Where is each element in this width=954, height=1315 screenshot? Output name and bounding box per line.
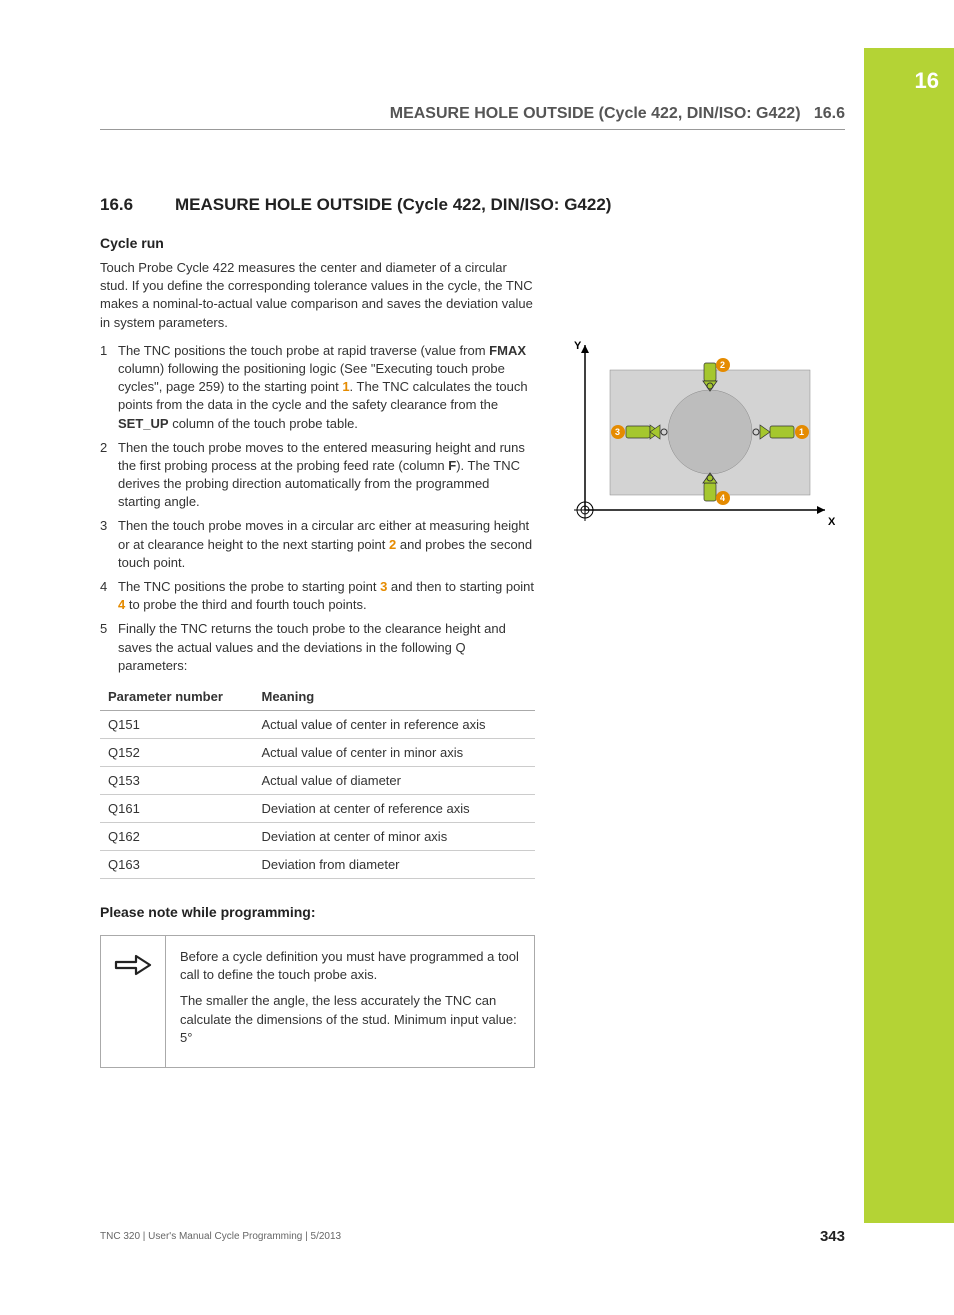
note-heading: Please note while programming: bbox=[100, 904, 535, 920]
table-cell: Q161 bbox=[100, 794, 254, 822]
list-item: 3 Then the touch probe moves in a circul… bbox=[100, 517, 535, 572]
left-column: Cycle run Touch Probe Cycle 422 measures… bbox=[100, 235, 535, 1068]
note-para: Before a cycle definition you must have … bbox=[180, 948, 520, 984]
table-cell: Q163 bbox=[100, 850, 254, 878]
x-axis-label: X bbox=[828, 516, 835, 528]
table-header: Parameter number bbox=[100, 683, 254, 711]
list-item: 5 Finally the TNC returns the touch prob… bbox=[100, 620, 535, 675]
footer-text: TNC 320 | User's Manual Cycle Programmin… bbox=[100, 1231, 341, 1242]
content-area: 16.6 MEASURE HOLE OUTSIDE (Cycle 422, DI… bbox=[100, 195, 845, 1068]
list-item: 1 The TNC positions the touch probe at r… bbox=[100, 342, 535, 433]
section-number: 16.6 bbox=[100, 195, 175, 215]
list-item: 2 Then the touch probe moves to the ente… bbox=[100, 439, 535, 512]
table-cell: Actual value of center in minor axis bbox=[254, 738, 536, 766]
cyclerun-heading: Cycle run bbox=[100, 235, 535, 251]
page-footer: TNC 320 | User's Manual Cycle Programmin… bbox=[100, 1228, 845, 1245]
probing-diagram: X Y bbox=[565, 335, 835, 535]
note-para: The smaller the angle, the less accurate… bbox=[180, 992, 520, 1047]
note-arrow-icon bbox=[101, 936, 166, 1067]
table-cell: Q153 bbox=[100, 766, 254, 794]
note-box: Before a cycle definition you must have … bbox=[100, 935, 535, 1068]
intro-paragraph: Touch Probe Cycle 422 measures the cente… bbox=[100, 259, 535, 332]
page-number: 343 bbox=[820, 1228, 845, 1245]
table-row: Q163Deviation from diameter bbox=[100, 850, 535, 878]
svg-text:4: 4 bbox=[720, 493, 725, 503]
table-cell: Q162 bbox=[100, 822, 254, 850]
header-title: MEASURE HOLE OUTSIDE (Cycle 422, DIN/ISO… bbox=[390, 105, 801, 122]
table-cell: Q152 bbox=[100, 738, 254, 766]
table-cell: Actual value of diameter bbox=[254, 766, 536, 794]
table-cell: Actual value of center in reference axis bbox=[254, 710, 536, 738]
note-text: Before a cycle definition you must have … bbox=[166, 936, 534, 1067]
chapter-tab: 16 bbox=[864, 48, 954, 1223]
page: 16 MEASURE HOLE OUTSIDE (Cycle 422, DIN/… bbox=[0, 0, 954, 1315]
list-item: 4 The TNC positions the probe to startin… bbox=[100, 578, 535, 614]
running-header: MEASURE HOLE OUTSIDE (Cycle 422, DIN/ISO… bbox=[100, 105, 845, 130]
table-header-row: Parameter number Meaning bbox=[100, 683, 535, 711]
y-axis-label: Y bbox=[574, 340, 582, 352]
table-header: Meaning bbox=[254, 683, 536, 711]
table-row: Q152Actual value of center in minor axis bbox=[100, 738, 535, 766]
step-list: 1 The TNC positions the touch probe at r… bbox=[100, 342, 535, 675]
table-cell: Deviation from diameter bbox=[254, 850, 536, 878]
svg-text:2: 2 bbox=[720, 360, 725, 370]
section-heading: 16.6 MEASURE HOLE OUTSIDE (Cycle 422, DI… bbox=[100, 195, 845, 215]
table-row: Q153Actual value of diameter bbox=[100, 766, 535, 794]
table-cell: Q151 bbox=[100, 710, 254, 738]
table-cell: Deviation at center of reference axis bbox=[254, 794, 536, 822]
section-title: MEASURE HOLE OUTSIDE (Cycle 422, DIN/ISO… bbox=[175, 195, 611, 215]
header-section: 16.6 bbox=[814, 105, 845, 122]
probe-1: 1 bbox=[753, 425, 809, 439]
chapter-number: 16 bbox=[864, 48, 954, 94]
parameter-table: Parameter number Meaning Q151Actual valu… bbox=[100, 683, 535, 879]
table-row: Q162Deviation at center of minor axis bbox=[100, 822, 535, 850]
table-row: Q151Actual value of center in reference … bbox=[100, 710, 535, 738]
svg-text:1: 1 bbox=[799, 427, 804, 437]
table-cell: Deviation at center of minor axis bbox=[254, 822, 536, 850]
probe-3: 3 bbox=[611, 425, 667, 439]
right-column: X Y bbox=[565, 235, 845, 1068]
svg-text:3: 3 bbox=[615, 427, 620, 437]
table-row: Q161Deviation at center of reference axi… bbox=[100, 794, 535, 822]
